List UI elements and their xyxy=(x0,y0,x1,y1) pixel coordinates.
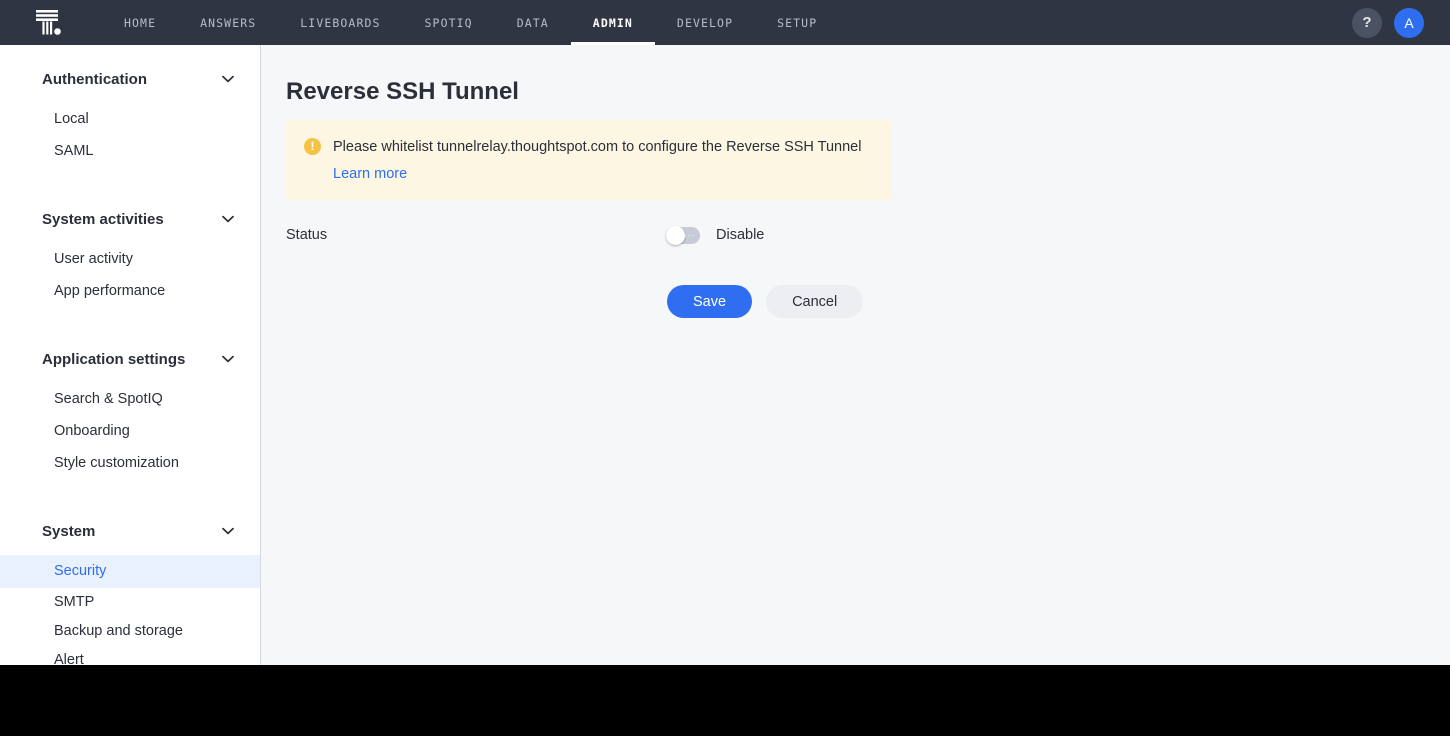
sidebar-group-header-application-settings[interactable]: Application settings xyxy=(0,343,260,375)
warning-message: Please whitelist tunnelrelay.thoughtspot… xyxy=(333,139,862,155)
sidebar-item-search-spotiq[interactable]: Search & SpotIQ xyxy=(0,383,260,415)
primary-nav: HOME ANSWERS LIVEBOARDS SPOTIQ DATA ADMI… xyxy=(102,0,839,45)
chevron-down-icon[interactable] xyxy=(220,211,236,227)
status-label: Status xyxy=(286,227,328,243)
sidebar-group-header-authentication[interactable]: Authentication xyxy=(0,63,260,95)
sidebar-item-smtp[interactable]: SMTP xyxy=(0,588,260,617)
application-window: HOME ANSWERS LIVEBOARDS SPOTIQ DATA ADMI… xyxy=(0,0,1450,665)
sidebar-item-app-performance[interactable]: App performance xyxy=(0,275,260,307)
sidebar-group-application-settings: Application settings Search & SpotIQ Onb… xyxy=(0,343,260,479)
top-navigation-bar: HOME ANSWERS LIVEBOARDS SPOTIQ DATA ADMI… xyxy=(0,0,1450,45)
main-content: Reverse SSH Tunnel ! Please whitelist tu… xyxy=(261,45,1450,665)
toggle-track-dots xyxy=(684,233,694,237)
sidebar-group-header-system-activities[interactable]: System activities xyxy=(0,203,260,235)
thoughtspot-logo-icon[interactable] xyxy=(26,0,72,45)
page-title: Reverse SSH Tunnel xyxy=(286,78,519,105)
chevron-down-icon[interactable] xyxy=(220,523,236,539)
status-row: Status Disable xyxy=(286,220,866,250)
nav-item-develop[interactable]: DEVELOP xyxy=(655,0,755,45)
admin-sidebar[interactable]: Authentication Local SAML System activit… xyxy=(0,45,261,665)
sidebar-item-style-customization[interactable]: Style customization xyxy=(0,447,260,479)
topbar-actions: ? A xyxy=(1352,0,1424,45)
sidebar-item-saml[interactable]: SAML xyxy=(0,135,260,167)
sidebar-group-title: Authentication xyxy=(42,70,147,88)
chevron-down-icon[interactable] xyxy=(220,351,236,367)
toggle-knob xyxy=(666,225,685,245)
sidebar-item-backup-and-storage[interactable]: Backup and storage xyxy=(0,617,260,646)
nav-item-data[interactable]: DATA xyxy=(495,0,571,45)
warning-banner-body: Please whitelist tunnelrelay.thoughtspot… xyxy=(333,137,861,183)
sidebar-item-onboarding[interactable]: Onboarding xyxy=(0,415,260,447)
nav-item-liveboards[interactable]: LIVEBOARDS xyxy=(278,0,402,45)
learn-more-link[interactable]: Learn more xyxy=(333,166,407,182)
form-actions: Save Cancel xyxy=(667,285,864,318)
sidebar-item-user-activity[interactable]: User activity xyxy=(0,243,260,275)
toggle-state-label: Disable xyxy=(716,227,765,243)
cancel-button[interactable]: Cancel xyxy=(766,285,864,318)
avatar[interactable]: A xyxy=(1394,7,1424,38)
nav-item-setup[interactable]: SETUP xyxy=(755,0,839,45)
sidebar-group-header-system[interactable]: System xyxy=(0,515,260,547)
warning-exclamation-icon: ! xyxy=(304,138,321,155)
sidebar-group-title: Application settings xyxy=(42,350,186,368)
save-button[interactable]: Save xyxy=(667,285,753,318)
status-toggle[interactable] xyxy=(666,225,700,245)
sidebar-group-title: System activities xyxy=(42,210,164,228)
nav-item-home[interactable]: HOME xyxy=(102,0,178,45)
nav-item-spotiq[interactable]: SPOTIQ xyxy=(403,0,495,45)
sidebar-group-authentication: Authentication Local SAML xyxy=(0,63,260,167)
help-icon[interactable]: ? xyxy=(1352,7,1382,38)
warning-banner: ! Please whitelist tunnelrelay.thoughtsp… xyxy=(286,120,891,201)
nav-item-admin[interactable]: ADMIN xyxy=(570,0,656,45)
sidebar-item-security[interactable]: Security xyxy=(0,555,260,588)
sidebar-group-system: System Security SMTP Backup and storage … xyxy=(0,515,260,665)
sidebar-item-alert[interactable]: Alert xyxy=(0,646,260,665)
nav-item-answers[interactable]: ANSWERS xyxy=(178,0,278,45)
sidebar-group-title: System xyxy=(42,522,96,540)
chevron-down-icon[interactable] xyxy=(220,71,236,87)
sidebar-item-local[interactable]: Local xyxy=(0,103,260,135)
sidebar-group-system-activities: System activities User activity App perf… xyxy=(0,203,260,307)
